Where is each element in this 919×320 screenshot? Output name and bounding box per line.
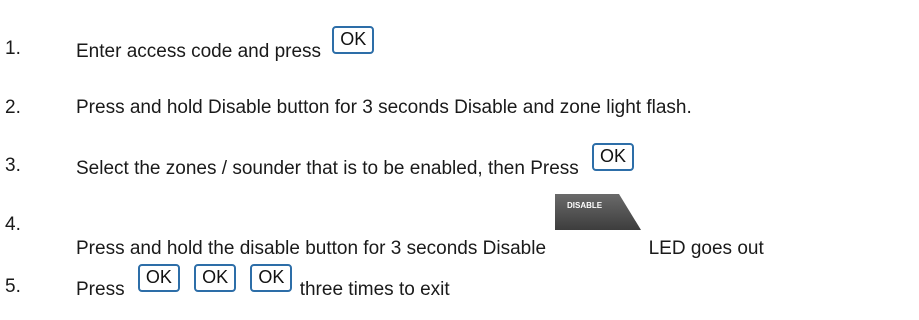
ok-button-icon: OK [332,26,375,54]
step-1: 1. Enter access code and press OK [0,22,919,66]
ok-button-icon: OK [194,264,237,292]
step-text-after: three times to exit [299,279,450,300]
disable-button-icon: DISABLE [555,192,642,232]
step-number: 3. [5,155,21,176]
step-4: 4. Press and hold the disable button for… [0,194,919,259]
step-number: 1. [5,38,21,59]
step-text-before: Press and hold the disable button for 3 … [76,238,547,259]
step-text-before: Select the zones / sounder that is to be… [76,158,579,179]
step-text: Press and hold Disable button for 3 seco… [76,97,692,118]
ok-button-icon: OK [592,143,635,171]
step-5: 5. Press OK OK OK three times to exit [0,260,919,304]
ok-button-icon: OK [137,264,180,292]
step-text: Select the zones / sounder that is to be… [76,143,635,183]
step-number: 5. [5,276,21,297]
step-text: Press and hold the disable button for 3 … [76,194,764,260]
step-text: Enter access code and press OK [76,26,375,66]
step-number: 4. [5,214,21,235]
disable-icon-label: DISABLE [567,201,603,210]
step-text-after: LED goes out [648,238,764,259]
step-text-before: Press [76,279,125,300]
ok-button-icon: OK [250,264,293,292]
step-text-before: Enter access code and press [76,41,322,62]
step-text: Press OK OK OK three times to exit [76,264,450,304]
step-number: 2. [5,97,21,118]
step-2: 2. Press and hold Disable button for 3 s… [0,81,919,125]
step-3: 3. Select the zones / sounder that is to… [0,139,919,183]
